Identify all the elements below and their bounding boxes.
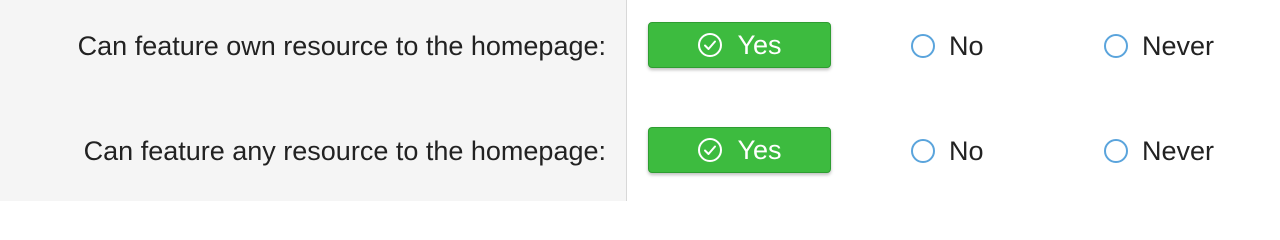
no-option[interactable]: No (911, 16, 984, 76)
setting-label: Can feature any resource to the homepage… (83, 136, 606, 166)
no-label: No (949, 30, 984, 61)
yes-label: Yes (737, 134, 782, 165)
check-circle-icon (697, 137, 723, 163)
setting-row-feature-own: Can feature own resource to the homepage… (0, 16, 1280, 76)
never-label: Never (1142, 30, 1215, 61)
radio-unselected-icon[interactable] (1104, 139, 1128, 163)
never-option[interactable]: Never (1104, 16, 1214, 76)
radio-unselected-icon[interactable] (1104, 34, 1128, 58)
yes-option-selected[interactable]: Yes (648, 127, 831, 173)
no-option[interactable]: No (911, 121, 984, 181)
no-label: No (949, 135, 984, 166)
radio-unselected-icon[interactable] (911, 139, 935, 163)
yes-label: Yes (737, 29, 782, 60)
yes-option-selected[interactable]: Yes (648, 22, 831, 68)
setting-label: Can feature own resource to the homepage… (77, 31, 606, 61)
never-option[interactable]: Never (1104, 121, 1214, 181)
radio-unselected-icon[interactable] (911, 34, 935, 58)
never-label: Never (1142, 135, 1215, 166)
permissions-panel: Can feature own resource to the homepage… (0, 0, 1280, 201)
check-circle-icon (697, 32, 723, 58)
setting-row-feature-any: Can feature any resource to the homepage… (0, 121, 1280, 181)
